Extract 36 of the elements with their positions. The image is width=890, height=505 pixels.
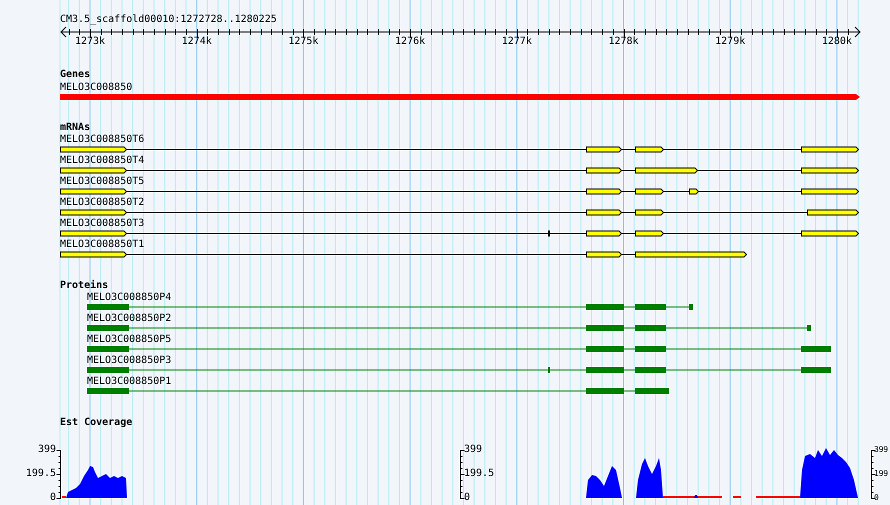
feature-label: MELO3C008850 bbox=[60, 83, 132, 93]
feature-label: MELO3C008850T4 bbox=[60, 156, 144, 166]
axis-label: 0 bbox=[464, 493, 470, 503]
ruler-label: 1278k bbox=[608, 37, 639, 47]
axis-scale bbox=[871, 450, 876, 500]
track-title: Est Coverage bbox=[60, 418, 132, 428]
axis-label: 0 bbox=[50, 493, 56, 503]
axis-label: 399 bbox=[38, 445, 56, 455]
ruler-label: 1273k bbox=[74, 37, 106, 47]
track-title: Proteins bbox=[60, 281, 108, 291]
axis-label: 199 bbox=[874, 470, 888, 478]
feature-label: MELO3C008850T5 bbox=[60, 177, 144, 187]
feature-label: MELO3C008850T3 bbox=[60, 219, 144, 229]
feature-label: MELO3C008850T1 bbox=[60, 240, 144, 250]
axis-label: 399 bbox=[464, 445, 482, 455]
ruler-label: 1274k bbox=[182, 37, 212, 47]
ruler-title: CM3.5_scaffold00010:1272728..1280225 bbox=[60, 15, 277, 25]
ruler-label: 1279k bbox=[715, 37, 746, 47]
feature-label: MELO3C008850T6 bbox=[60, 135, 144, 145]
feature-label: MELO3C008850P2 bbox=[87, 314, 172, 324]
ruler-label: 1280k bbox=[822, 37, 852, 47]
axis-scale bbox=[56, 450, 61, 500]
feature-label: MELO3C008850P3 bbox=[87, 356, 172, 366]
track-title: Genes bbox=[60, 70, 90, 80]
feature-label: MELO3C008850T2 bbox=[60, 198, 144, 208]
axis-scale bbox=[460, 450, 465, 500]
ruler-label: 1275k bbox=[288, 37, 318, 47]
feature-label: MELO3C008850P1 bbox=[87, 377, 172, 387]
track-title: mRNAs bbox=[60, 123, 90, 133]
axis-label: 199.5 bbox=[26, 469, 56, 479]
axis-label: 399 bbox=[874, 446, 888, 454]
feature-label: MELO3C008850P5 bbox=[87, 335, 172, 345]
ruler-label: 1276k bbox=[395, 37, 426, 47]
feature-label: MELO3C008850P4 bbox=[87, 293, 172, 303]
axis-label: 199.5 bbox=[464, 469, 494, 479]
ruler-label: 1277k bbox=[502, 37, 532, 47]
